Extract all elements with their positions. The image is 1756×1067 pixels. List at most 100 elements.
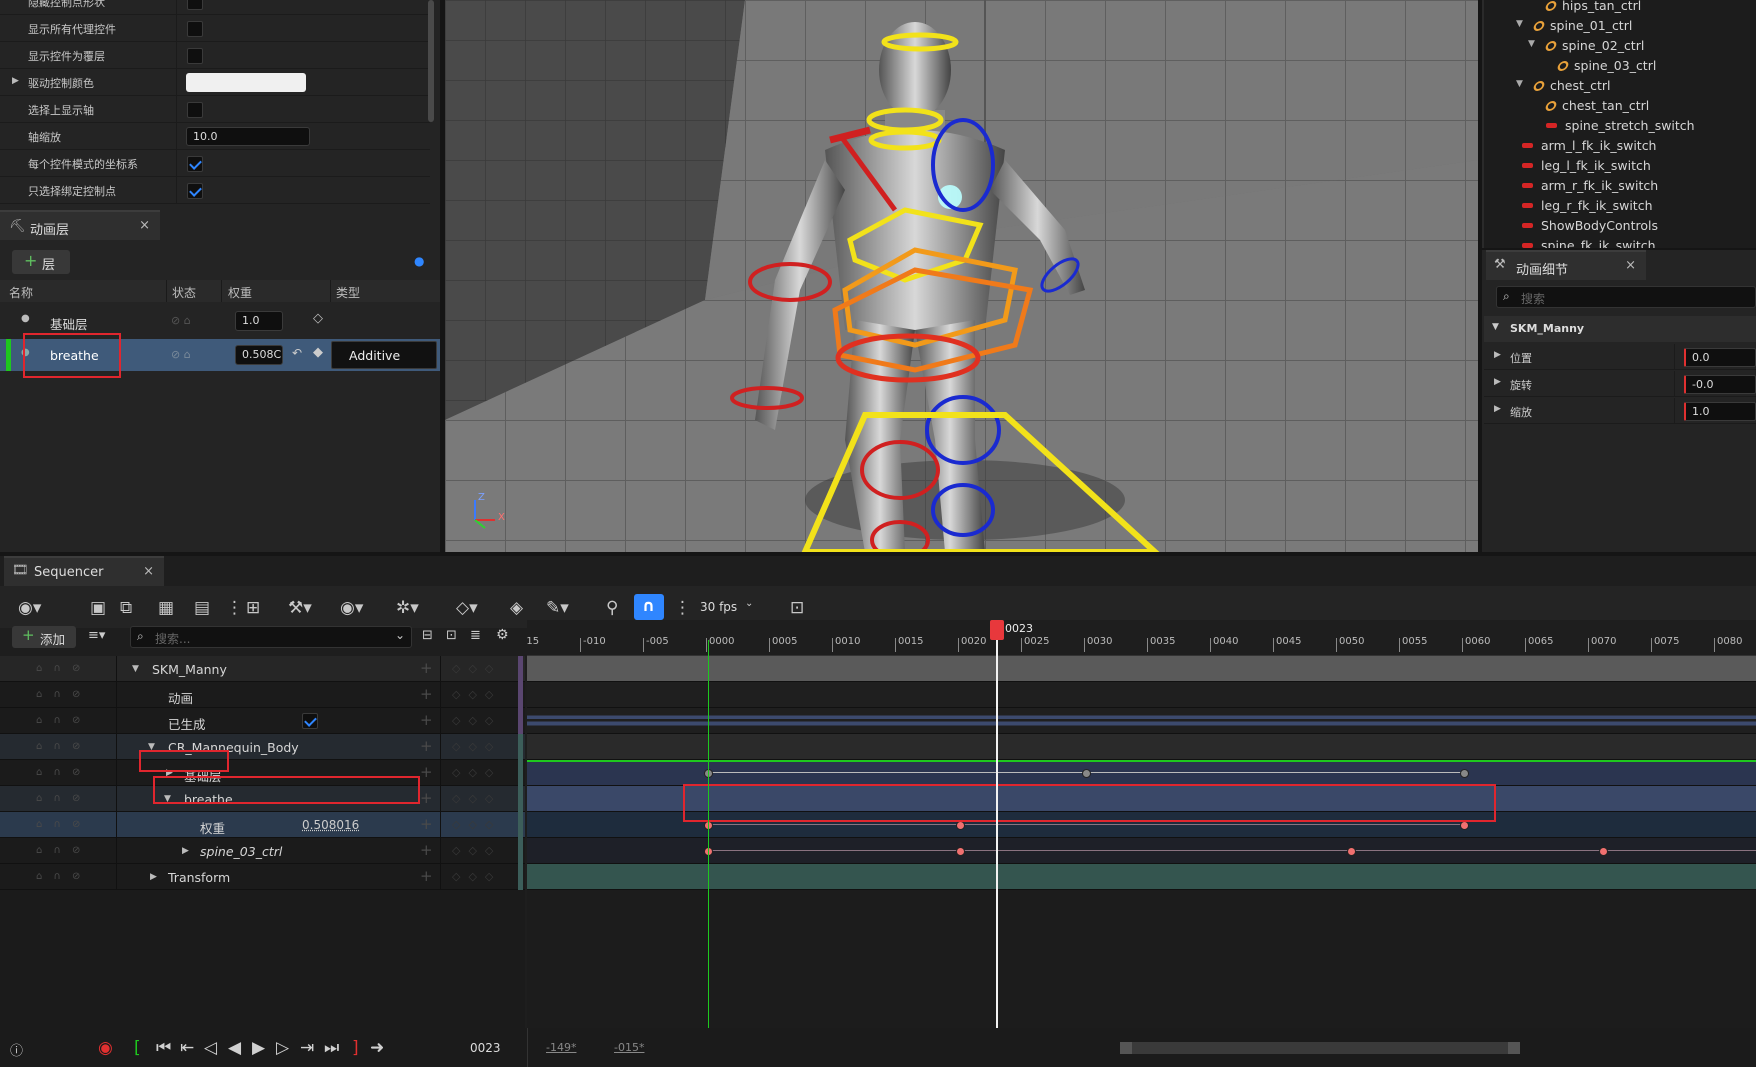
transform-value-input[interactable]: -0.0 (1684, 375, 1756, 394)
anim-details-section[interactable]: ▼ SKM_Manny (1484, 316, 1756, 342)
add-key-icon[interactable]: + (420, 841, 433, 859)
key-fill-icon[interactable]: ◈ (510, 598, 523, 618)
track-search[interactable]: ⌕ 搜索... ⌄ (130, 626, 412, 648)
add-key-icon[interactable]: + (420, 737, 433, 755)
step-back-icon[interactable]: ◁ (204, 1038, 217, 1058)
checkbox[interactable] (187, 21, 203, 37)
snap-button[interactable]: ∩ (634, 594, 664, 620)
track-row[interactable]: ⌂ ∩ ⊘ ▶ spine_03_ctrl + ◇◇◇ (0, 838, 525, 864)
track-controls-icon[interactable]: ⌂ ∩ ⊘ (36, 767, 84, 778)
hierarchy-item[interactable]: spine_stretch_switch (1546, 118, 1695, 133)
details-row[interactable]: 选择上显示轴 (0, 96, 430, 123)
expand-icon[interactable]: ⊡ (446, 628, 457, 643)
timeline[interactable]: 015 -010 -005 0000 0005 0010 0015 0020 0025 0030 0… (527, 620, 1756, 1028)
details-row[interactable]: 隐藏控制点形状 (0, 0, 430, 15)
hierarchy-item[interactable]: ▼ chest_ctrl (1516, 78, 1611, 93)
snap-options-icon[interactable]: ⋮ (674, 598, 691, 618)
playhead-handle[interactable] (990, 620, 1004, 640)
anim-details-search[interactable]: ⌕ 搜索 (1496, 286, 1756, 308)
transform-row[interactable]: ▶ 缩放 1.0 (1484, 398, 1756, 424)
jump-start-icon[interactable]: ⏮ (156, 1038, 171, 1058)
track-row[interactable]: ⌂ ∩ ⊘ 已生成 + ◇◇◇ (0, 708, 525, 734)
track-row[interactable]: ⌂ ∩ ⊘ 动画 + ◇◇◇ (0, 682, 525, 708)
track-row[interactable]: ⌂ ∩ ⊘ 权重 0.508016 + ◇◇◇ (0, 812, 525, 838)
hierarchy-item[interactable]: arm_l_fk_ik_switch (1522, 138, 1657, 153)
chevron-right-icon[interactable]: ▶ (1494, 377, 1501, 387)
close-icon[interactable]: × (1625, 258, 1636, 273)
key-nav-icon[interactable]: ◇◇◇ (452, 818, 501, 831)
gear-icon[interactable]: ✲▾ (396, 598, 419, 618)
key-icon[interactable]: ◇ (313, 311, 323, 326)
time-ruler[interactable]: 015 -010 -005 0000 0005 0010 0015 0020 0025 0030 0… (527, 620, 1756, 656)
prev-key-icon[interactable]: ⇤ (180, 1038, 194, 1058)
marker-icon[interactable]: ⚲ (606, 598, 618, 618)
chevron-down-icon[interactable]: ▼ (1528, 39, 1535, 49)
key-nav-icon[interactable]: ◇◇◇ (452, 870, 501, 883)
close-icon[interactable]: × (143, 564, 154, 579)
chevron-right-icon[interactable]: ▶ (1494, 404, 1501, 414)
hierarchy-item[interactable]: spine_fk_ik_switch (1522, 238, 1656, 248)
eye-icon[interactable]: ◉▾ (340, 598, 363, 618)
add-key-icon[interactable]: + (420, 867, 433, 885)
chevron-right-icon[interactable]: ▶ (182, 846, 189, 856)
tab-anim-details[interactable]: ⚒ 动画细节 × (1486, 250, 1646, 280)
hierarchy-item[interactable]: leg_l_fk_ik_switch (1522, 158, 1651, 173)
checkbox[interactable] (187, 0, 203, 10)
details-row[interactable]: ▶ 驱动控制颜色 (0, 69, 430, 96)
transform-row[interactable]: ▶ 旋转 -0.0 (1484, 371, 1756, 397)
timeline-track[interactable] (527, 656, 1756, 682)
add-key-icon[interactable]: + (420, 685, 433, 703)
checkbox[interactable] (187, 183, 203, 199)
track-controls-icon[interactable]: ⌂ ∩ ⊘ (36, 715, 84, 726)
chevron-right-icon[interactable]: ▶ (150, 872, 157, 882)
loop-icon[interactable]: ➜ (370, 1038, 384, 1058)
settings-icon[interactable]: ⚙ (496, 627, 509, 643)
chevron-down-icon[interactable]: ▼ (1516, 79, 1523, 89)
track-controls-icon[interactable]: ⌂ ∩ ⊘ (36, 663, 84, 674)
jump-end-icon[interactable]: ⏭ (324, 1038, 339, 1058)
track-controls-icon[interactable]: ⌂ ∩ ⊘ (36, 741, 84, 752)
hierarchy-item[interactable]: chest_tan_ctrl (1544, 98, 1649, 113)
curve-icon[interactable]: ⊡ (790, 598, 804, 618)
keyframe[interactable] (1460, 769, 1469, 778)
transform-row[interactable]: ▶ 位置 0.0 (1484, 344, 1756, 370)
keyframe[interactable] (1460, 821, 1469, 830)
playhead-line[interactable] (996, 632, 998, 1028)
keyframe[interactable] (1082, 769, 1091, 778)
chevron-down-icon[interactable]: ▼ (132, 664, 139, 674)
key-nav-icon[interactable]: ◇◇◇ (452, 766, 501, 779)
timeline-track[interactable] (527, 734, 1756, 760)
filter-icon[interactable]: ≡▾ (88, 628, 105, 643)
next-key-icon[interactable]: ⇥ (300, 1038, 314, 1058)
key-nav-icon[interactable]: ◇◇◇ (452, 714, 501, 727)
hierarchy-item[interactable]: hips_tan_ctrl (1544, 0, 1641, 13)
link-icon[interactable]: ● (414, 254, 424, 268)
key-nav-icon[interactable]: ◇◇◇ (452, 662, 501, 675)
checkbox[interactable] (187, 48, 203, 64)
fps-select[interactable]: 30 fps (700, 600, 737, 614)
key-nav-icon[interactable]: ◇◇◇ (452, 688, 501, 701)
track-row[interactable]: ⌂ ∩ ⊘ ▶ Transform + ◇◇◇ (0, 864, 525, 890)
keyframe[interactable] (1598, 847, 1608, 856)
weight-input[interactable]: 0.508C (235, 345, 283, 365)
add-key-icon[interactable]: + (420, 789, 433, 807)
color-swatch[interactable] (186, 73, 306, 92)
tab-anim-layers[interactable]: ⛏ 动画层 × (0, 210, 160, 240)
weight-value[interactable]: 0.508016 (302, 818, 359, 832)
add-key-icon[interactable]: + (420, 659, 433, 677)
key-nav-icon[interactable]: ◇◇◇ (452, 740, 501, 753)
hierarchy-item[interactable]: ShowBodyControls (1522, 218, 1658, 233)
set-end-icon[interactable]: ] (352, 1038, 359, 1058)
range-end[interactable]: -015* (614, 1041, 644, 1054)
track-row[interactable]: ⌂ ∩ ⊘ ▼ CR_Mannequin_Body + ◇◇◇ (0, 734, 525, 760)
save-icon[interactable]: ▣ (90, 598, 106, 618)
keyframe[interactable] (956, 821, 965, 830)
chevron-right-icon[interactable]: ▶ (1494, 350, 1501, 360)
keyframe[interactable] (1346, 847, 1356, 856)
timeline-track[interactable] (527, 682, 1756, 708)
track-controls-icon[interactable]: ⌂ ∩ ⊘ (36, 871, 84, 882)
record-icon[interactable]: ◉ (98, 1038, 113, 1058)
lock-icon[interactable]: ⊘ ⌂ (171, 348, 191, 361)
details-row[interactable]: 显示所有代理控件 (0, 15, 430, 42)
list-icon[interactable]: ≣ (470, 628, 481, 643)
